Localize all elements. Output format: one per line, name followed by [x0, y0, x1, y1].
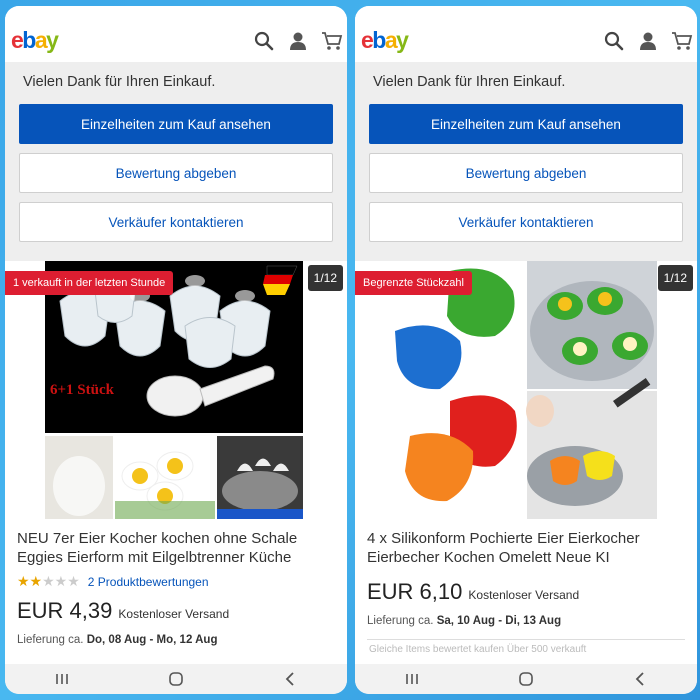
shipping-info: Kostenloser Versand	[468, 588, 580, 602]
cart-icon[interactable]	[671, 30, 693, 52]
product-info: 4 x Silikonform Pochierte Eier Eierkoche…	[355, 519, 697, 627]
home-icon[interactable]	[166, 671, 186, 687]
product-rating: ★★★★★ 2 Produktbewertungen	[17, 573, 335, 590]
app-header: ebay	[355, 18, 697, 62]
product-photo	[355, 261, 697, 519]
image-counter: 1/12	[307, 265, 343, 291]
sold-recently-badge: 1 verkauft in der letzten Stunde	[5, 271, 174, 295]
product-price: EUR 6,10	[367, 579, 463, 604]
delivery-estimate: Lieferung ca. Sa, 10 Aug - Di, 13 Aug	[367, 615, 685, 627]
delivery-label: Lieferung ca.	[367, 615, 434, 627]
search-icon[interactable]	[253, 30, 275, 52]
product-title[interactable]: NEU 7er Eier Kocher kochen ohne Schale E…	[17, 529, 335, 567]
product-photo-caption: 6+1 Stück	[50, 382, 115, 398]
delivery-label: Lieferung ca.	[17, 634, 84, 646]
status-bar	[5, 6, 347, 18]
search-icon[interactable]	[603, 30, 625, 52]
cart-icon[interactable]	[321, 30, 343, 52]
purchase-actions: Vielen Dank für Ihren Einkauf. Einzelhei…	[5, 62, 347, 261]
product-reviews-link[interactable]: 2 Produktbewertungen	[88, 575, 209, 589]
android-nav-bar	[355, 664, 697, 694]
back-icon[interactable]	[630, 671, 650, 687]
thank-you-message: Vielen Dank für Ihren Einkauf.	[373, 74, 566, 90]
product-price: EUR 4,39	[17, 598, 113, 623]
product-image-gallery[interactable]: Begrenzte Stückzahl 1/12	[355, 261, 697, 519]
view-purchase-details-button[interactable]: Einzelheiten zum Kauf ansehen	[19, 104, 333, 144]
shipping-info: Kostenloser Versand	[118, 607, 230, 621]
faded-info-text: Gleiche Items bewertet kaufen Über 500 v…	[369, 644, 587, 655]
view-purchase-details-button[interactable]: Einzelheiten zum Kauf ansehen	[369, 104, 683, 144]
price-row: EUR 4,39 Kostenloser Versand	[17, 598, 335, 624]
back-icon[interactable]	[280, 671, 300, 687]
product-info: NEU 7er Eier Kocher kochen ohne Schale E…	[5, 519, 347, 646]
rating-stars: ★★★★★	[17, 573, 80, 589]
limited-quantity-badge: Begrenzte Stückzahl	[355, 271, 472, 295]
delivery-dates: Sa, 10 Aug - Di, 13 Aug	[436, 615, 562, 627]
contact-seller-button[interactable]: Verkäufer kontaktieren	[19, 202, 333, 242]
ebay-logo[interactable]: ebay	[361, 27, 409, 54]
app-header: ebay	[5, 18, 347, 62]
phone-screen-right: ebay Vielen Dank für Ihren Einkauf. Einz…	[355, 6, 697, 694]
ebay-logo[interactable]: ebay	[11, 27, 59, 54]
delivery-estimate: Lieferung ca. Do, 08 Aug - Mo, 12 Aug	[17, 634, 335, 646]
leave-feedback-button[interactable]: Bewertung abgeben	[19, 153, 333, 193]
purchase-actions: Vielen Dank für Ihren Einkauf. Einzelhei…	[355, 62, 697, 261]
leave-feedback-button[interactable]: Bewertung abgeben	[369, 153, 683, 193]
product-title[interactable]: 4 x Silikonform Pochierte Eier Eierkoche…	[367, 529, 685, 567]
image-counter: 1/12	[657, 265, 693, 291]
delivery-dates: Do, 08 Aug - Mo, 12 Aug	[86, 634, 218, 646]
recent-apps-icon[interactable]	[402, 671, 422, 687]
contact-seller-button[interactable]: Verkäufer kontaktieren	[369, 202, 683, 242]
home-icon[interactable]	[516, 671, 536, 687]
status-bar	[355, 6, 697, 18]
user-icon[interactable]	[287, 30, 309, 52]
recent-apps-icon[interactable]	[52, 671, 72, 687]
phone-screen-left: ebay Vielen Dank für Ihren Einkauf. Einz…	[5, 6, 347, 694]
android-nav-bar	[5, 664, 347, 694]
product-image-gallery[interactable]: 1 verkauft in der letzten Stunde 1/12 6+…	[5, 261, 347, 519]
product-photo: 6+1 Stück	[45, 261, 303, 519]
price-row: EUR 6,10 Kostenloser Versand	[367, 579, 685, 605]
thank-you-message: Vielen Dank für Ihren Einkauf.	[23, 74, 216, 90]
user-icon[interactable]	[637, 30, 659, 52]
